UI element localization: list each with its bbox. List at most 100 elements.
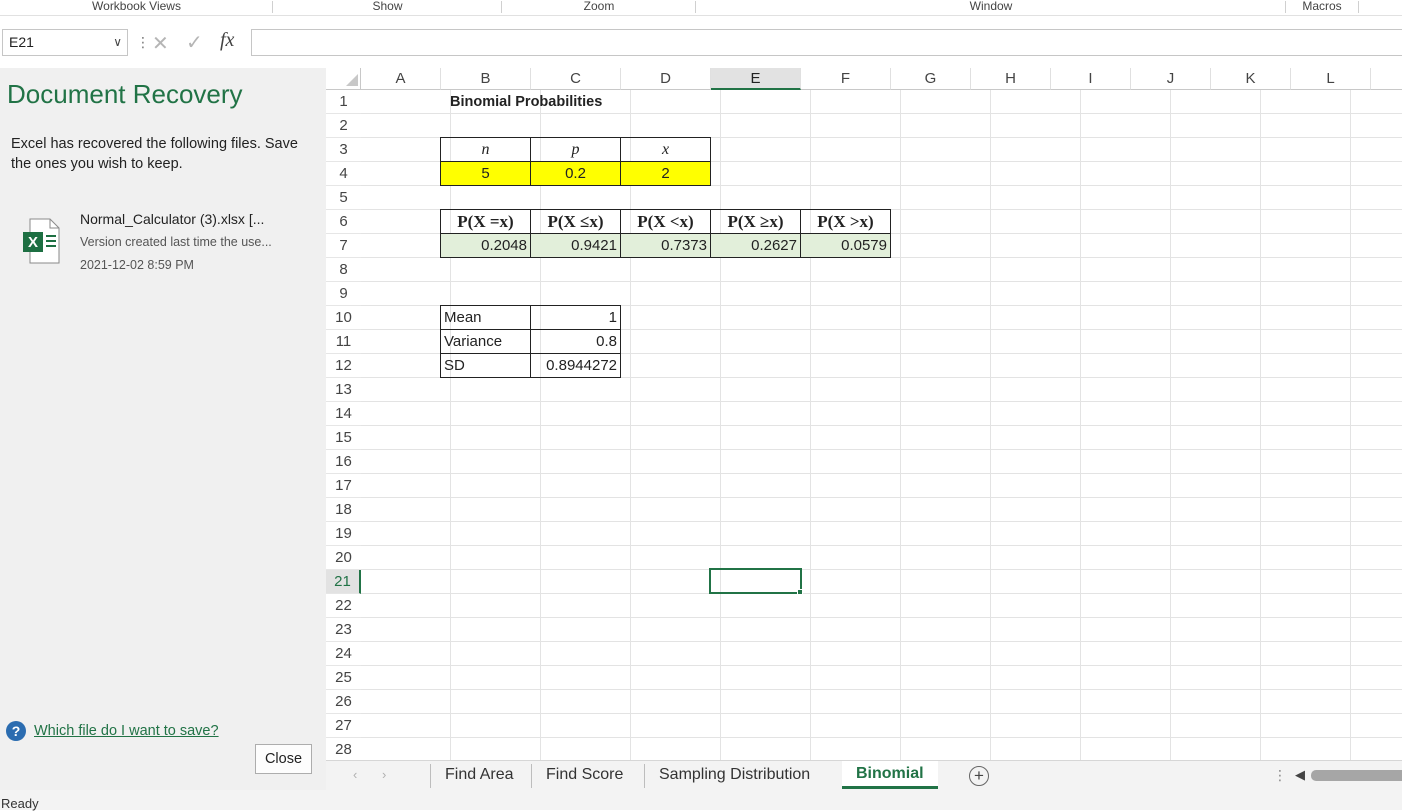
row-header-20[interactable]: 20 — [326, 546, 361, 570]
formula-input[interactable] — [251, 29, 1402, 56]
active-cell-e21[interactable] — [709, 568, 802, 594]
chevron-down-icon[interactable]: ∨ — [113, 35, 122, 49]
row-header-7[interactable]: 7 — [326, 234, 361, 258]
column-header-h[interactable]: H — [971, 68, 1051, 90]
column-header-j[interactable]: J — [1131, 68, 1211, 90]
cell-d6[interactable]: P(X <x) — [620, 209, 711, 234]
document-recovery-pane: Document Recovery Excel has recovered th… — [0, 68, 326, 798]
confirm-entry-icon[interactable]: ✓ — [186, 30, 203, 55]
cell-b3[interactable]: n — [440, 137, 531, 162]
row-header-22[interactable]: 22 — [326, 594, 361, 618]
row-header-4[interactable]: 4 — [326, 162, 361, 186]
cell-b10[interactable]: Mean — [440, 305, 531, 330]
svg-text:X: X — [28, 234, 38, 251]
add-sheet-icon[interactable]: + — [969, 766, 989, 786]
recovery-description: Excel has recovered the following files.… — [11, 136, 298, 172]
column-header-c[interactable]: C — [531, 68, 621, 90]
row-header-9[interactable]: 9 — [326, 282, 361, 306]
cell-b12[interactable]: SD — [440, 353, 531, 378]
row-header-25[interactable]: 25 — [326, 666, 361, 690]
cell-d4[interactable]: 2 — [620, 161, 711, 186]
tab-find-area[interactable]: Find Area — [430, 764, 527, 788]
name-box[interactable]: E21 ∨ — [2, 29, 128, 56]
recovery-title: Document Recovery — [7, 79, 243, 109]
cell-c3[interactable]: p — [530, 137, 621, 162]
row-header-12[interactable]: 12 — [326, 354, 361, 378]
name-box-value: E21 — [9, 34, 34, 50]
cell-b6[interactable]: P(X =x) — [440, 209, 531, 234]
row-header-6[interactable]: 6 — [326, 210, 361, 234]
row-header-1[interactable]: 1 — [326, 90, 361, 114]
ribbon-group-macros: Macros — [1302, 0, 1342, 13]
cell-e6[interactable]: P(X ≥x) — [710, 209, 801, 234]
row-header-16[interactable]: 16 — [326, 450, 361, 474]
row-header-18[interactable]: 18 — [326, 498, 361, 522]
ribbon-separator — [1358, 1, 1359, 13]
row-header-19[interactable]: 19 — [326, 522, 361, 546]
row-header-10[interactable]: 10 — [326, 306, 361, 330]
cell-c10[interactable]: 1 — [530, 305, 621, 330]
row-header-11[interactable]: 11 — [326, 330, 361, 354]
cell-c12[interactable]: 0.8944272 — [530, 353, 621, 378]
row-header-27[interactable]: 27 — [326, 714, 361, 738]
row-header-8[interactable]: 8 — [326, 258, 361, 282]
row-header-13[interactable]: 13 — [326, 378, 361, 402]
cell-f7[interactable]: 0.0579 — [800, 233, 891, 258]
insert-function-icon[interactable]: fx — [220, 29, 234, 52]
scroll-left-icon[interactable]: ◀ — [1295, 767, 1305, 783]
cell-e7[interactable]: 0.2627 — [710, 233, 801, 258]
select-all-corner[interactable] — [326, 68, 361, 90]
close-button[interactable]: Close — [255, 744, 312, 774]
column-header-e[interactable]: E — [711, 68, 801, 90]
cell-d7[interactable]: 0.7373 — [620, 233, 711, 258]
cancel-entry-icon[interactable]: ✕ — [152, 31, 169, 56]
horizontal-scrollbar-thumb[interactable] — [1311, 770, 1402, 781]
recovered-file-item[interactable]: X Normal_Calculator (3).xlsx [... Versio… — [16, 208, 316, 278]
scroll-tabs-right-icon[interactable]: › — [382, 767, 386, 782]
tab-sampling-distribution[interactable]: Sampling Distribution — [644, 764, 824, 788]
gridlines — [361, 90, 1402, 760]
row-header-23[interactable]: 23 — [326, 618, 361, 642]
cell-b4[interactable]: 5 — [440, 161, 531, 186]
cell-b11[interactable]: Variance — [440, 329, 531, 354]
file-date: 2021-12-02 8:59 PM — [80, 258, 194, 272]
cell-c11[interactable]: 0.8 — [530, 329, 621, 354]
row-header-14[interactable]: 14 — [326, 402, 361, 426]
column-header-d[interactable]: D — [621, 68, 711, 90]
row-header-15[interactable]: 15 — [326, 426, 361, 450]
row-header-24[interactable]: 24 — [326, 642, 361, 666]
status-bar: Ready — [0, 790, 1402, 811]
column-header-b[interactable]: B — [441, 68, 531, 90]
column-header-a[interactable]: A — [361, 68, 441, 90]
file-version-description: Version created last time the use... — [80, 235, 272, 249]
more-options-icon[interactable]: ⋮ — [136, 34, 150, 51]
spreadsheet-grid[interactable]: A B C D E F G H I J K L 1 2 3 4 5 6 7 8 9 10 11 12 1… — [326, 68, 1402, 760]
cell-c6[interactable]: P(X ≤x) — [530, 209, 621, 234]
cell-b7[interactable]: 0.2048 — [440, 233, 531, 258]
column-header-i[interactable]: I — [1051, 68, 1131, 90]
column-header-m[interactable] — [1371, 68, 1402, 90]
row-header-5[interactable]: 5 — [326, 186, 361, 210]
column-header-g[interactable]: G — [891, 68, 971, 90]
column-header-l[interactable]: L — [1291, 68, 1371, 90]
column-header-k[interactable]: K — [1211, 68, 1291, 90]
cell-b1[interactable]: Binomial Probabilities — [447, 90, 627, 114]
row-header-26[interactable]: 26 — [326, 690, 361, 714]
cell-c4[interactable]: 0.2 — [530, 161, 621, 186]
tab-binomial[interactable]: Binomial — [842, 761, 938, 789]
cell-d3[interactable]: x — [620, 137, 711, 162]
cell-c7[interactable]: 0.9421 — [530, 233, 621, 258]
row-header-2[interactable]: 2 — [326, 114, 361, 138]
ribbon-group-window: Window — [969, 0, 1013, 13]
help-link[interactable]: ? Which file do I want to save? — [6, 721, 219, 741]
column-header-f[interactable]: F — [801, 68, 891, 90]
more-options-icon[interactable]: ⋮ — [1273, 767, 1287, 784]
row-header-3[interactable]: 3 — [326, 138, 361, 162]
row-header-28[interactable]: 28 — [326, 738, 361, 760]
tab-find-score[interactable]: Find Score — [531, 764, 637, 788]
cell-f6[interactable]: P(X >x) — [800, 209, 891, 234]
scroll-tabs-left-icon[interactable]: ‹ — [353, 767, 357, 782]
row-header-21[interactable]: 21 — [326, 570, 361, 594]
fill-handle[interactable] — [797, 589, 803, 595]
row-header-17[interactable]: 17 — [326, 474, 361, 498]
